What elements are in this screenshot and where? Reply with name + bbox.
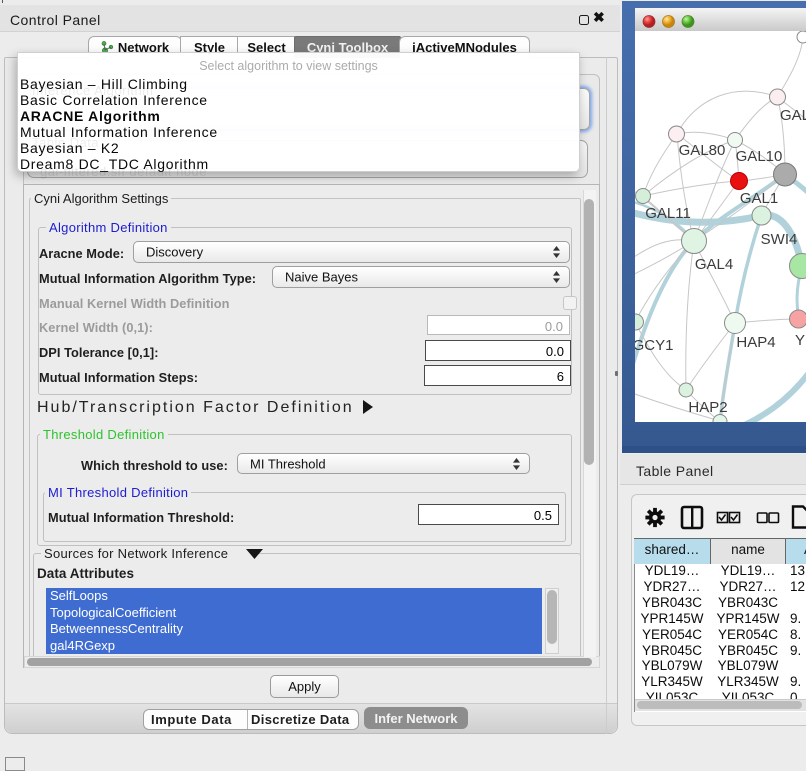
svg-text:SWI4: SWI4 — [761, 231, 798, 248]
svg-text:GAL10: GAL10 — [736, 148, 783, 165]
svg-text:GCY1: GCY1 — [635, 337, 673, 354]
svg-text:GAL4: GAL4 — [695, 256, 733, 273]
svg-text:HAP2: HAP2 — [688, 399, 727, 416]
svg-text:GAL11: GAL11 — [645, 205, 691, 222]
svg-text:GAL80: GAL80 — [679, 142, 726, 159]
svg-text:HAP4: HAP4 — [736, 334, 775, 351]
svg-text:GAL7: GAL7 — [780, 107, 806, 124]
svg-text:Y: Y — [795, 332, 805, 349]
svg-text:GAL1: GAL1 — [740, 190, 778, 207]
